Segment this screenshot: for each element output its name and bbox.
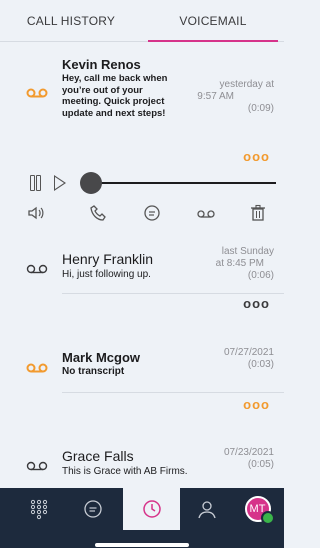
divider: [62, 293, 284, 294]
voicemail-icon: [26, 363, 48, 373]
more-options-button[interactable]: ooo: [243, 397, 270, 412]
duration: (0:09): [247, 103, 274, 114]
date-line-2: 9:57 AM: [197, 91, 234, 102]
voicemail-meta: 07/23/2021 (0:05): [224, 447, 274, 471]
date-line-1: 07/27/2021: [223, 347, 274, 358]
pause-button[interactable]: [29, 175, 41, 191]
voicemail-icon: [26, 461, 48, 471]
date-line-1: last Sunday: [221, 246, 274, 257]
duration: (0:05): [247, 459, 274, 470]
caller-name: Mark Mcgow: [62, 350, 141, 365]
voicemail-meta: yesterday at 9:57 AM (0:09): [197, 79, 274, 115]
caller-name: Grace Falls: [62, 448, 134, 464]
phone-icon[interactable]: [88, 202, 110, 224]
home-indicator: [95, 543, 189, 547]
trash-icon[interactable]: [247, 202, 269, 224]
online-status-badge: [260, 511, 275, 525]
speaker-icon[interactable]: [25, 202, 47, 224]
audio-player: [0, 167, 284, 235]
voicemail-item[interactable]: Henry Franklin Hi, just following up. la…: [0, 236, 284, 332]
more-options-button[interactable]: ooo: [243, 296, 270, 311]
transcript: Hi, just following up.: [62, 269, 151, 280]
transcript: Hey, call me back when you’re out of you…: [62, 73, 168, 119]
tab-voicemail[interactable]: VOICEMAIL: [142, 0, 284, 42]
bottom-navigation: MT: [0, 488, 284, 548]
profile-button[interactable]: MT: [229, 488, 286, 530]
voicemail-list: Kevin Renos Hey, call me back when you’r…: [0, 43, 284, 511]
seek-handle[interactable]: [80, 172, 102, 194]
voicemail-icon[interactable]: [195, 202, 217, 224]
play-button[interactable]: [54, 175, 66, 191]
date-line-1: yesterday at: [219, 79, 274, 90]
date-line-2: at 8:45 PM: [215, 258, 264, 269]
history-icon[interactable]: [123, 488, 180, 530]
duration: (0:06): [247, 270, 274, 281]
tab-bar: CALL HISTORY VOICEMAIL: [0, 0, 284, 42]
tab-call-history[interactable]: CALL HISTORY: [0, 0, 142, 41]
voicemail-meta: last Sunday at 8:45 PM (0:06): [216, 246, 274, 282]
date-line-1: 07/23/2021: [223, 447, 274, 458]
transcript: No transcript: [62, 366, 125, 377]
divider: [62, 392, 284, 393]
chat-icon[interactable]: [64, 488, 121, 530]
chat-icon[interactable]: [141, 202, 163, 224]
voicemail-meta: 07/27/2021 (0:03): [224, 347, 274, 371]
voicemail-icon: [26, 88, 48, 98]
voicemail-item[interactable]: Kevin Renos Hey, call me back when you’r…: [0, 43, 284, 236]
voicemail-item[interactable]: Mark Mcgow No transcript 07/27/2021 (0:0…: [0, 332, 284, 426]
seek-track[interactable]: [82, 182, 276, 184]
voicemail-actions: [0, 202, 284, 224]
voicemail-icon: [26, 264, 48, 274]
caller-name: Kevin Renos: [62, 57, 141, 72]
contacts-icon[interactable]: [178, 488, 235, 530]
transcript: This is Grace with AB Firms.: [62, 466, 188, 477]
more-options-button[interactable]: ooo: [243, 149, 270, 164]
caller-name: Henry Franklin: [62, 251, 154, 267]
avatar[interactable]: MT: [244, 496, 275, 525]
dialpad-icon[interactable]: [10, 488, 67, 530]
duration: (0:03): [247, 359, 274, 370]
